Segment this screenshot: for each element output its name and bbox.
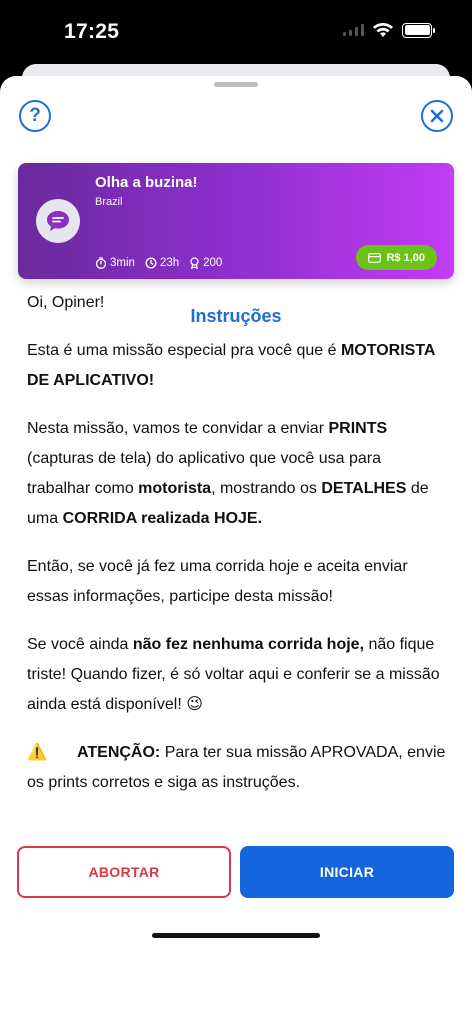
abort-button[interactable]: ABORTAR xyxy=(17,846,231,898)
warning-icon: ⚠️ xyxy=(27,744,47,761)
intro-paragraph: Esta é uma missão especial pra você que … xyxy=(27,342,435,389)
question-icon: ? xyxy=(29,105,41,126)
home-indicator xyxy=(152,933,320,938)
battery-icon xyxy=(402,22,435,38)
wifi-icon xyxy=(373,23,393,37)
mission-country: Brazil xyxy=(95,196,123,208)
deadline: 23h xyxy=(145,257,179,269)
mission-card: Olha a buzina! Brazil 3min 23h 200 R$ 1,… xyxy=(18,163,454,279)
instructions-text: Oi, Opiner! Esta é uma missão especial p… xyxy=(27,288,447,816)
points-value: 200 xyxy=(203,257,223,269)
mission-paragraph: Nesta missão, vamos te convidar a enviar… xyxy=(27,420,429,527)
reward-value: R$ 1,00 xyxy=(386,251,425,264)
mission-meta: 3min 23h 200 xyxy=(95,257,222,269)
start-button[interactable]: INICIAR xyxy=(240,846,454,898)
deadline-value: 23h xyxy=(159,257,180,269)
status-time: 17:25 xyxy=(64,20,120,43)
chat-bubble-icon xyxy=(36,199,80,243)
duration-value: 3min xyxy=(110,257,135,269)
help-button[interactable]: ? xyxy=(19,100,51,132)
stopwatch-icon xyxy=(95,257,107,269)
credit-card-icon xyxy=(368,252,382,263)
no-ride-paragraph: Se você ainda não fez nenhuma corrida ho… xyxy=(27,636,440,713)
close-icon xyxy=(430,109,444,123)
greeting-paragraph: Oi, Opiner! xyxy=(27,294,105,311)
participate-paragraph: Então, se você já fez uma corrida hoje e… xyxy=(27,558,408,605)
status-bar: 17:25 xyxy=(0,0,472,64)
mission-title: Olha a buzina! xyxy=(95,174,198,191)
reward-badge: R$ 1,00 xyxy=(356,245,437,270)
sheet-grabber[interactable] xyxy=(214,82,258,87)
signal-icon xyxy=(343,24,364,36)
warning-label: ATENÇÃO: xyxy=(77,744,161,761)
action-footer: ABORTAR INICIAR xyxy=(0,844,472,948)
points: 200 xyxy=(189,257,222,269)
warning-paragraph: ⚠️ ATENÇÃO: Para ter sua missão APROVADA,… xyxy=(27,738,447,798)
status-icons xyxy=(343,22,435,38)
clock-icon xyxy=(145,257,157,269)
duration: 3min xyxy=(95,257,135,269)
close-button[interactable] xyxy=(421,100,453,132)
medal-icon xyxy=(190,257,199,269)
